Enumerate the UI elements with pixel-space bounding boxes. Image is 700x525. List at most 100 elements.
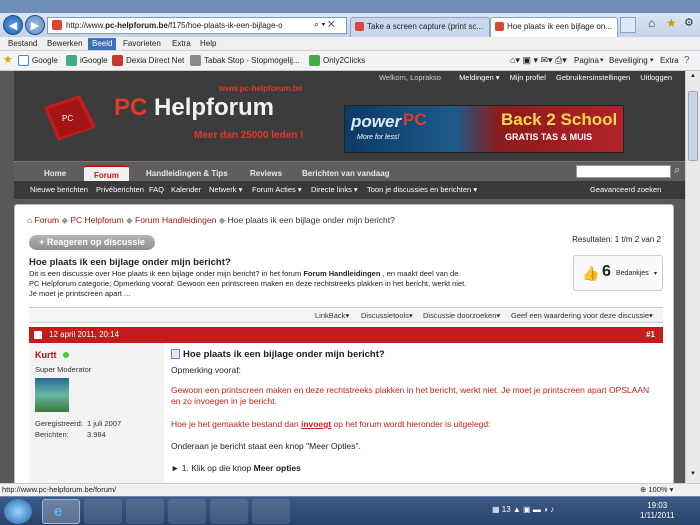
menu-pagina[interactable]: Pagina	[574, 54, 599, 67]
home-icon[interactable]: ⌂	[648, 16, 655, 30]
subnav-faq[interactable]: FAQ	[149, 184, 164, 196]
post-user-info: Kurtt Super Moderator Geregistreerd: 1 ju…	[29, 343, 164, 483]
linkback-menu[interactable]: LinkBack▾	[315, 310, 349, 321]
logo-keyboard-icon: PC	[44, 95, 96, 141]
reply-button[interactable]: + Reageren op discussie	[29, 235, 155, 250]
thanks-label: Bedankjes	[616, 270, 649, 277]
post-date: 12 april 2011, 20:14	[49, 330, 120, 339]
home-icon[interactable]: ⌂	[27, 215, 32, 225]
menu-favorieten[interactable]: Favorieten	[119, 38, 165, 50]
top-links: Welkom, Loprakso Meldingen ▾ Mijn profie…	[371, 73, 672, 82]
tab-favicon-icon	[355, 22, 364, 31]
site-favicon-icon	[52, 20, 62, 30]
tab-forum[interactable]: Forum	[84, 165, 129, 182]
menu-extra[interactable]: Extra	[168, 38, 195, 50]
menu-beveiliging[interactable]: Beveiliging	[609, 54, 648, 67]
address-bar: ◀ ▶ http://www.pc-helpforum.be/f175/hoe-…	[0, 13, 700, 37]
my-profile-link[interactable]: Mijn profiel	[510, 73, 546, 82]
logo-title[interactable]: PC Helpforum	[114, 94, 274, 122]
url-input[interactable]: http://www.pc-helpforum.be/f175/hoe-plaa…	[47, 17, 347, 34]
subnav-directe-links[interactable]: Directe links ▾	[311, 184, 358, 196]
app-taskbar-icon[interactable]	[168, 499, 206, 524]
breadcrumb-pc-helpforum[interactable]: PC Helpforum	[70, 215, 123, 225]
post-body: Hoe plaats ik een bijlage onder mijn ber…	[165, 343, 663, 483]
menu-beeld[interactable]: Beeld	[88, 38, 117, 50]
menu-bewerken[interactable]: Bewerken	[43, 38, 87, 50]
tab-hoe-plaats[interactable]: Hoe plaats ik een bijlage on...	[490, 17, 618, 37]
ie-taskbar-icon[interactable]: e	[42, 499, 80, 524]
subnav-priveberichten[interactable]: Privéberichten	[96, 184, 144, 196]
fav-only2clicks[interactable]: Only2Clicks	[309, 54, 365, 67]
tray-icons[interactable]: ▦ 13 ▲ ▣ ▬ ◑ ♪	[492, 505, 554, 514]
post-header: 12 april 2011, 20:14 #1	[29, 327, 663, 343]
tab-home[interactable]: Home	[34, 165, 76, 182]
thanks-count: 6	[602, 263, 611, 280]
start-button[interactable]	[4, 499, 32, 524]
subnav-toon-discussies[interactable]: Toon je discussies en berichten ▾	[367, 184, 477, 196]
settings-gear-icon[interactable]: ⚙	[684, 16, 694, 29]
subnav-nieuwe-berichten[interactable]: Nieuwe berichten	[30, 184, 88, 196]
back-button[interactable]: ◀	[3, 15, 23, 35]
fav-tabak-stop[interactable]: Tabak Stop - Stopmogelij...	[190, 54, 300, 67]
status-bar: http://www.pc-helpforum.be/forum/ ⊕ 100%…	[0, 483, 700, 496]
menu-bar: Bestand Bewerken Beeld Favorieten Extra …	[0, 37, 700, 51]
tab-berichten-vandaag[interactable]: Berichten van vandaag	[292, 165, 400, 182]
clock[interactable]: 19:03 1/11/2011	[640, 501, 674, 521]
home-icon[interactable]: ⌂▾ ▣ ▾ ✉▾ ⎙▾	[510, 54, 567, 67]
favorites-star-icon[interactable]: ★	[3, 54, 13, 67]
menu-help[interactable]: Help	[196, 38, 220, 50]
thumbs-up-icon: 👍	[582, 265, 600, 281]
search-icon[interactable]: ⌕	[674, 164, 680, 177]
tab-reviews[interactable]: Reviews	[240, 165, 292, 182]
thread-tools-menu[interactable]: Discussietools▾	[361, 310, 413, 321]
main-content: ⌂ Forum ◆ PC Helpforum ◆ Forum Handleidi…	[14, 204, 674, 483]
fav-igoogle[interactable]: iGoogle	[66, 54, 108, 67]
menu-bestand[interactable]: Bestand	[4, 38, 41, 50]
user-post-count: Berichten: 3.984	[35, 430, 106, 439]
post-username[interactable]: Kurtt	[35, 350, 57, 360]
avatar[interactable]	[35, 378, 69, 412]
fav-dexia[interactable]: Dexia Direct Net	[112, 54, 184, 67]
notifications-link[interactable]: Meldingen ▾	[451, 73, 499, 82]
new-tab-button[interactable]	[620, 17, 636, 33]
forum-link[interactable]: Forum Handleidingen	[303, 269, 380, 278]
vertical-scrollbar[interactable]: ▲ ▼	[685, 71, 700, 483]
zoom-level[interactable]: ⊕ 100% ▾	[640, 485, 673, 494]
post-line-3: Hoe je het gemaakte bestand dan invoegt …	[171, 419, 491, 429]
breadcrumb-forum[interactable]: Forum	[35, 215, 60, 225]
scrollbar-thumb[interactable]	[688, 91, 698, 161]
subnav-forum-acties[interactable]: Forum Acties ▾	[252, 184, 302, 196]
thanks-widget[interactable]: 👍 6 Bedankjes ▾	[573, 255, 663, 291]
explorer-taskbar-icon[interactable]	[126, 499, 164, 524]
tab-screen-capture[interactable]: Take a screen capture (print sc...	[350, 17, 490, 37]
thread-description: Dit is een discussie over Hoe plaats ik …	[29, 269, 467, 298]
subnav-netwerk[interactable]: Netwerk ▾	[209, 184, 242, 196]
tab-handleidingen[interactable]: Handleidingen & Tips	[136, 165, 238, 182]
menu-extra-cmd[interactable]: Extra	[660, 54, 679, 67]
logout-link[interactable]: Uitloggen	[640, 73, 672, 82]
status-url: http://www.pc-helpforum.be/forum/	[2, 485, 117, 494]
logo-url: www.pc-helpforum.be	[219, 84, 303, 93]
calculator-taskbar-icon[interactable]	[252, 499, 290, 524]
media-taskbar-icon[interactable]	[84, 499, 122, 524]
paint-taskbar-icon[interactable]	[210, 499, 248, 524]
breadcrumb-forum-handleidingen[interactable]: Forum Handleidingen	[135, 215, 216, 225]
help-icon[interactable]: ?	[684, 54, 690, 67]
fav-google[interactable]: Google	[18, 54, 58, 67]
ad-banner[interactable]: power PC More for less! Back 2 School GR…	[344, 105, 624, 153]
post-number[interactable]: #1	[646, 330, 655, 339]
forward-button[interactable]: ▶	[25, 15, 45, 35]
advanced-search-link[interactable]: Geavanceerd zoeken	[590, 184, 661, 196]
rate-thread-menu[interactable]: Geef een waardering voor deze discussie▾	[511, 310, 653, 321]
subnav-kalender[interactable]: Kalender	[171, 184, 201, 196]
favorites-star-icon[interactable]: ★	[666, 16, 677, 30]
document-icon	[171, 349, 180, 360]
user-settings-link[interactable]: Gebruikersinstellingen	[556, 73, 630, 82]
search-icon[interactable]: ⌕ ▾ ✕	[314, 19, 335, 30]
invoegt-link[interactable]: invoegt	[301, 419, 331, 429]
scroll-down-icon[interactable]: ▼	[688, 471, 698, 480]
post-status-icon	[34, 331, 42, 339]
forum-search-input[interactable]	[576, 165, 671, 178]
scroll-up-icon[interactable]: ▲	[688, 73, 698, 82]
search-thread-menu[interactable]: Discussie doorzoeken▾	[423, 310, 500, 321]
